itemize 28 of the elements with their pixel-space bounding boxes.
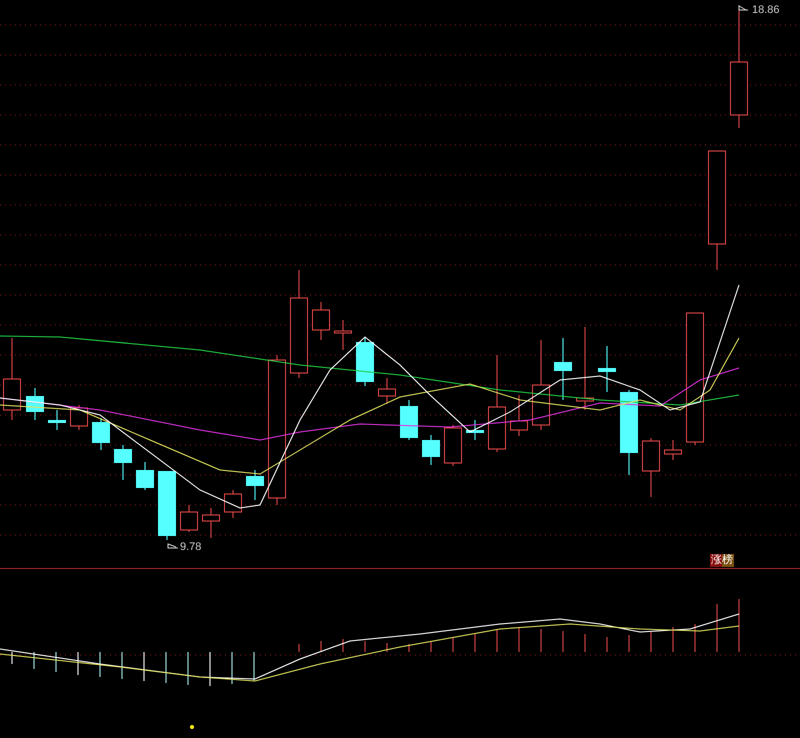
candlestick (312, 302, 330, 340)
price-label: 18.86 (752, 4, 780, 16)
candlestick (158, 470, 176, 540)
candlestick (598, 346, 616, 392)
candlestick (224, 490, 242, 518)
indicator-badge: 涨榜 (710, 554, 734, 567)
candlestick (378, 378, 396, 404)
candlestick (70, 404, 88, 430)
candlestick (136, 462, 154, 490)
candlestick (26, 388, 44, 420)
candlestick (48, 410, 66, 430)
candlestick (334, 320, 352, 350)
candlestick (510, 394, 528, 436)
candlestick (92, 418, 110, 450)
candlestick (400, 400, 418, 440)
candlestick (180, 504, 198, 532)
candlestick (114, 444, 132, 480)
candlestick (356, 338, 374, 386)
candlestick (664, 440, 682, 460)
candlestick (642, 438, 660, 498)
candlestick (246, 470, 264, 500)
candlestick (444, 424, 462, 466)
signal-dot (190, 725, 194, 729)
candlestick (466, 420, 484, 440)
candlestick (554, 338, 572, 400)
candlestick (422, 434, 440, 466)
candlestick (202, 508, 220, 538)
price-label: 9.78 (180, 541, 202, 553)
